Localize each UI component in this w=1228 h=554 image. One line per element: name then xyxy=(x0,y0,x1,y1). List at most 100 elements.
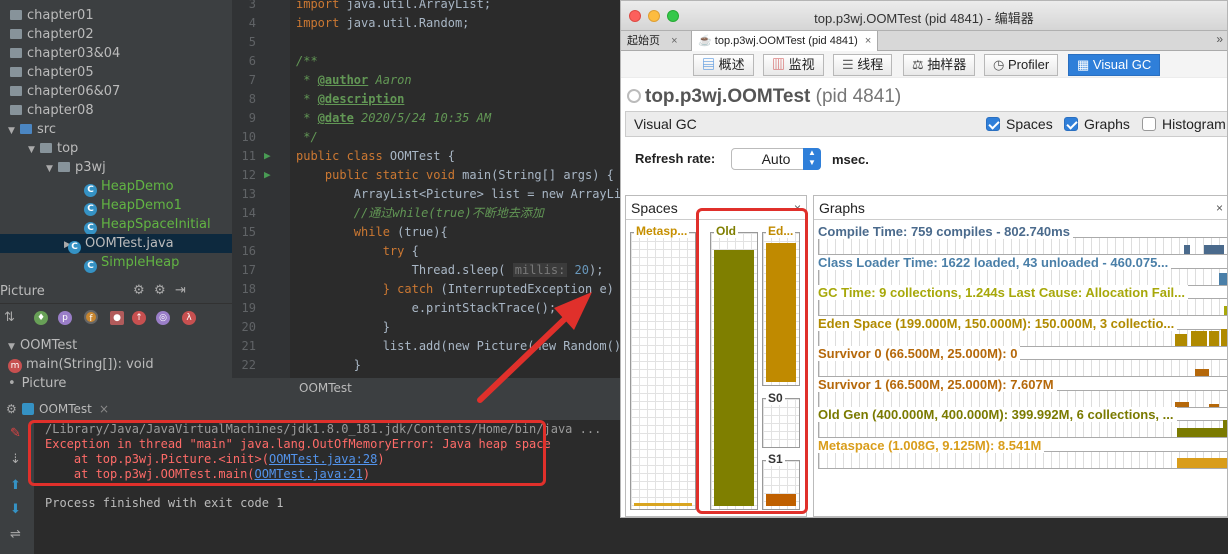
app-icon: ☕ xyxy=(698,35,712,47)
show-anonymous-icon[interactable]: ◎ xyxy=(156,311,170,325)
graph-plot xyxy=(818,420,1227,438)
code-text: main(String[] args) { xyxy=(454,168,614,182)
graph-row: Metaspace (1.008G, 9.125M): 8.541M xyxy=(818,437,1227,469)
graph-plot xyxy=(818,237,1227,255)
tab-oomtest[interactable]: ☕ top.p3wj.OOMTest (pid 4841) × xyxy=(691,31,879,51)
scroll-down-icon[interactable]: ⬇ xyxy=(10,502,21,517)
soft-wrap-icon[interactable]: ⇌ xyxy=(10,527,21,542)
close-icon[interactable]: × xyxy=(1216,196,1223,220)
show-fields-f-icon[interactable]: f xyxy=(84,310,98,324)
comment-prefix: * xyxy=(296,111,318,125)
tab-start-page[interactable]: 起始页 × xyxy=(621,31,684,51)
tree-item-heapdemo1[interactable]: C HeapDemo1 xyxy=(84,196,182,216)
class-icon: C xyxy=(84,260,97,273)
show-fields-icon[interactable]: ♦ xyxy=(34,311,48,325)
tree-item-heapspaceinitial[interactable]: C HeapSpaceInitial xyxy=(84,215,211,235)
structure-root[interactable]: ▼ OOMTest xyxy=(8,336,77,355)
tree-item-chapter06-07[interactable]: chapter06&07 xyxy=(10,82,120,101)
code-text: (true){ xyxy=(389,225,448,239)
checkbox-unchecked-icon xyxy=(1142,117,1156,131)
module-folder-icon xyxy=(10,105,22,115)
code-line: * @author Aaron xyxy=(296,71,411,90)
code-keyword: } catch xyxy=(296,282,434,296)
tree-item-chapter02[interactable]: chapter02 xyxy=(10,25,94,44)
tree-item-chapter03-04[interactable]: chapter03&04 xyxy=(10,44,120,63)
tab-threads[interactable]: ☰ 线程 xyxy=(833,54,893,76)
settings-icon[interactable]: ⚙ xyxy=(133,283,145,298)
graph-plot xyxy=(818,328,1227,347)
structure-panel: Picture ⚙ ⚙ ⇥ ⇅ ♦ p f ● ↑ ◎ λ ▼ OOMTest m… xyxy=(0,282,232,398)
code-text: */ xyxy=(296,130,318,144)
expand-arrow-icon[interactable]: ▼ xyxy=(46,160,58,179)
close-icon[interactable]: × xyxy=(99,398,109,420)
tree-item-chapter01[interactable]: chapter01 xyxy=(10,6,94,25)
code-comment: //通过while(true)不断地去添加 xyxy=(296,206,544,220)
graph-title: Eden Space (199.000M, 150.000M): 150.000… xyxy=(818,315,1178,331)
expand-arrow-icon[interactable]: ▼ xyxy=(8,122,20,141)
code-keyword: try xyxy=(296,244,405,258)
edit-config-icon[interactable]: ✎ xyxy=(10,426,21,441)
module-folder-icon xyxy=(10,48,22,58)
chevron-up-down-icon[interactable]: ▲ ▼ xyxy=(803,148,821,170)
tab-sampler[interactable]: ⚖ 抽样器 xyxy=(903,54,976,76)
structure-class-picture[interactable]: • Picture xyxy=(8,374,66,393)
graph-plot xyxy=(818,298,1227,316)
tree-item-simpleheap[interactable]: C SimpleHeap xyxy=(84,253,179,273)
sort-down-icon[interactable]: ⇣ xyxy=(10,452,21,467)
run-gutter-icon[interactable]: ▶ xyxy=(264,168,271,181)
graph-title: Old Gen (400.000M, 400.000M): 399.992M, … xyxy=(818,407,1177,422)
comment-prefix: * xyxy=(296,73,318,87)
line-number: 14 xyxy=(241,206,256,220)
show-non-public-icon[interactable]: ● xyxy=(110,311,124,325)
code-line: public class OOMTest { xyxy=(296,147,455,166)
tree-item-src[interactable]: ▼ src xyxy=(8,120,56,139)
module-folder-icon xyxy=(10,29,22,39)
collapse-arrow-icon[interactable]: ▶ xyxy=(0,236,71,255)
settings-gear-icon[interactable]: ⚙ xyxy=(154,283,166,298)
close-icon[interactable]: × xyxy=(865,35,871,47)
expand-arrow-icon[interactable]: ▼ xyxy=(28,141,40,160)
application-title: top.p3wj.OOMTest (pid 4841) xyxy=(627,86,901,108)
tab-visual-gc[interactable]: ▦ Visual GC xyxy=(1068,54,1161,76)
show-lambdas-icon[interactable]: λ xyxy=(182,311,196,325)
spaces-checkbox[interactable]: Spaces xyxy=(986,116,1053,132)
line-number: 13 xyxy=(241,187,256,201)
tree-item-heapdemo[interactable]: C HeapDemo xyxy=(84,177,174,197)
line-number: 6 xyxy=(248,54,256,68)
tab-overview[interactable]: ▤ 概述 xyxy=(693,54,754,76)
tab-profiler[interactable]: ◷ Profiler xyxy=(984,54,1059,76)
code-line: } xyxy=(296,356,361,375)
graphs-checkbox[interactable]: Graphs xyxy=(1064,116,1130,132)
show-properties-icon[interactable]: p xyxy=(58,311,72,325)
code-text: java.util.ArrayList; xyxy=(339,0,492,11)
line-number: 11 xyxy=(241,149,256,163)
refresh-rate-select[interactable]: Auto ▲ ▼ xyxy=(731,148,821,170)
tree-item-chapter05[interactable]: chapter05 xyxy=(10,63,94,82)
scroll-up-icon[interactable]: ⬆ xyxy=(10,478,21,493)
structure-method[interactable]: m main(String[]): void xyxy=(8,355,154,374)
code-line: ArrayList<Picture> list = new ArrayList xyxy=(296,185,620,204)
line-number: 9 xyxy=(248,111,256,125)
javadoc-tag: @author xyxy=(317,73,369,87)
tree-item-p3wj[interactable]: ▼ p3wj xyxy=(46,158,106,177)
tab-overflow-icon[interactable]: » xyxy=(1216,32,1223,46)
tab-monitor[interactable]: ▥ 监视 xyxy=(763,54,824,76)
run-gutter-icon[interactable]: ▶ xyxy=(264,149,271,162)
line-gutter: 3456789101112131415161718192021222324252… xyxy=(232,0,290,467)
line-number: 21 xyxy=(241,339,256,353)
histogram-checkbox[interactable]: Histogram xyxy=(1142,116,1226,132)
show-inherited-icon[interactable]: ↑ xyxy=(132,311,146,325)
sampler-icon: ⚖ xyxy=(912,57,924,72)
tree-item-oomtest-selected[interactable]: ▶COOMTest.java xyxy=(0,234,232,255)
close-icon[interactable]: × xyxy=(671,35,677,47)
code-keyword: public static void xyxy=(296,168,455,182)
code-keyword: while xyxy=(296,225,390,239)
window-title: top.p3wj.OOMTest (pid 4841) - 编辑器 xyxy=(814,11,1034,26)
tree-item-chapter08[interactable]: chapter08 xyxy=(10,101,94,120)
sort-icon[interactable]: ⇅ xyxy=(4,310,15,325)
line-number: 16 xyxy=(241,244,256,258)
tree-item-top[interactable]: ▼ top xyxy=(28,139,78,158)
hide-panel-icon[interactable]: ⇥ xyxy=(175,283,186,298)
graph-bar xyxy=(1175,401,1189,407)
run-tab-title[interactable]: OOMTest xyxy=(39,398,92,420)
